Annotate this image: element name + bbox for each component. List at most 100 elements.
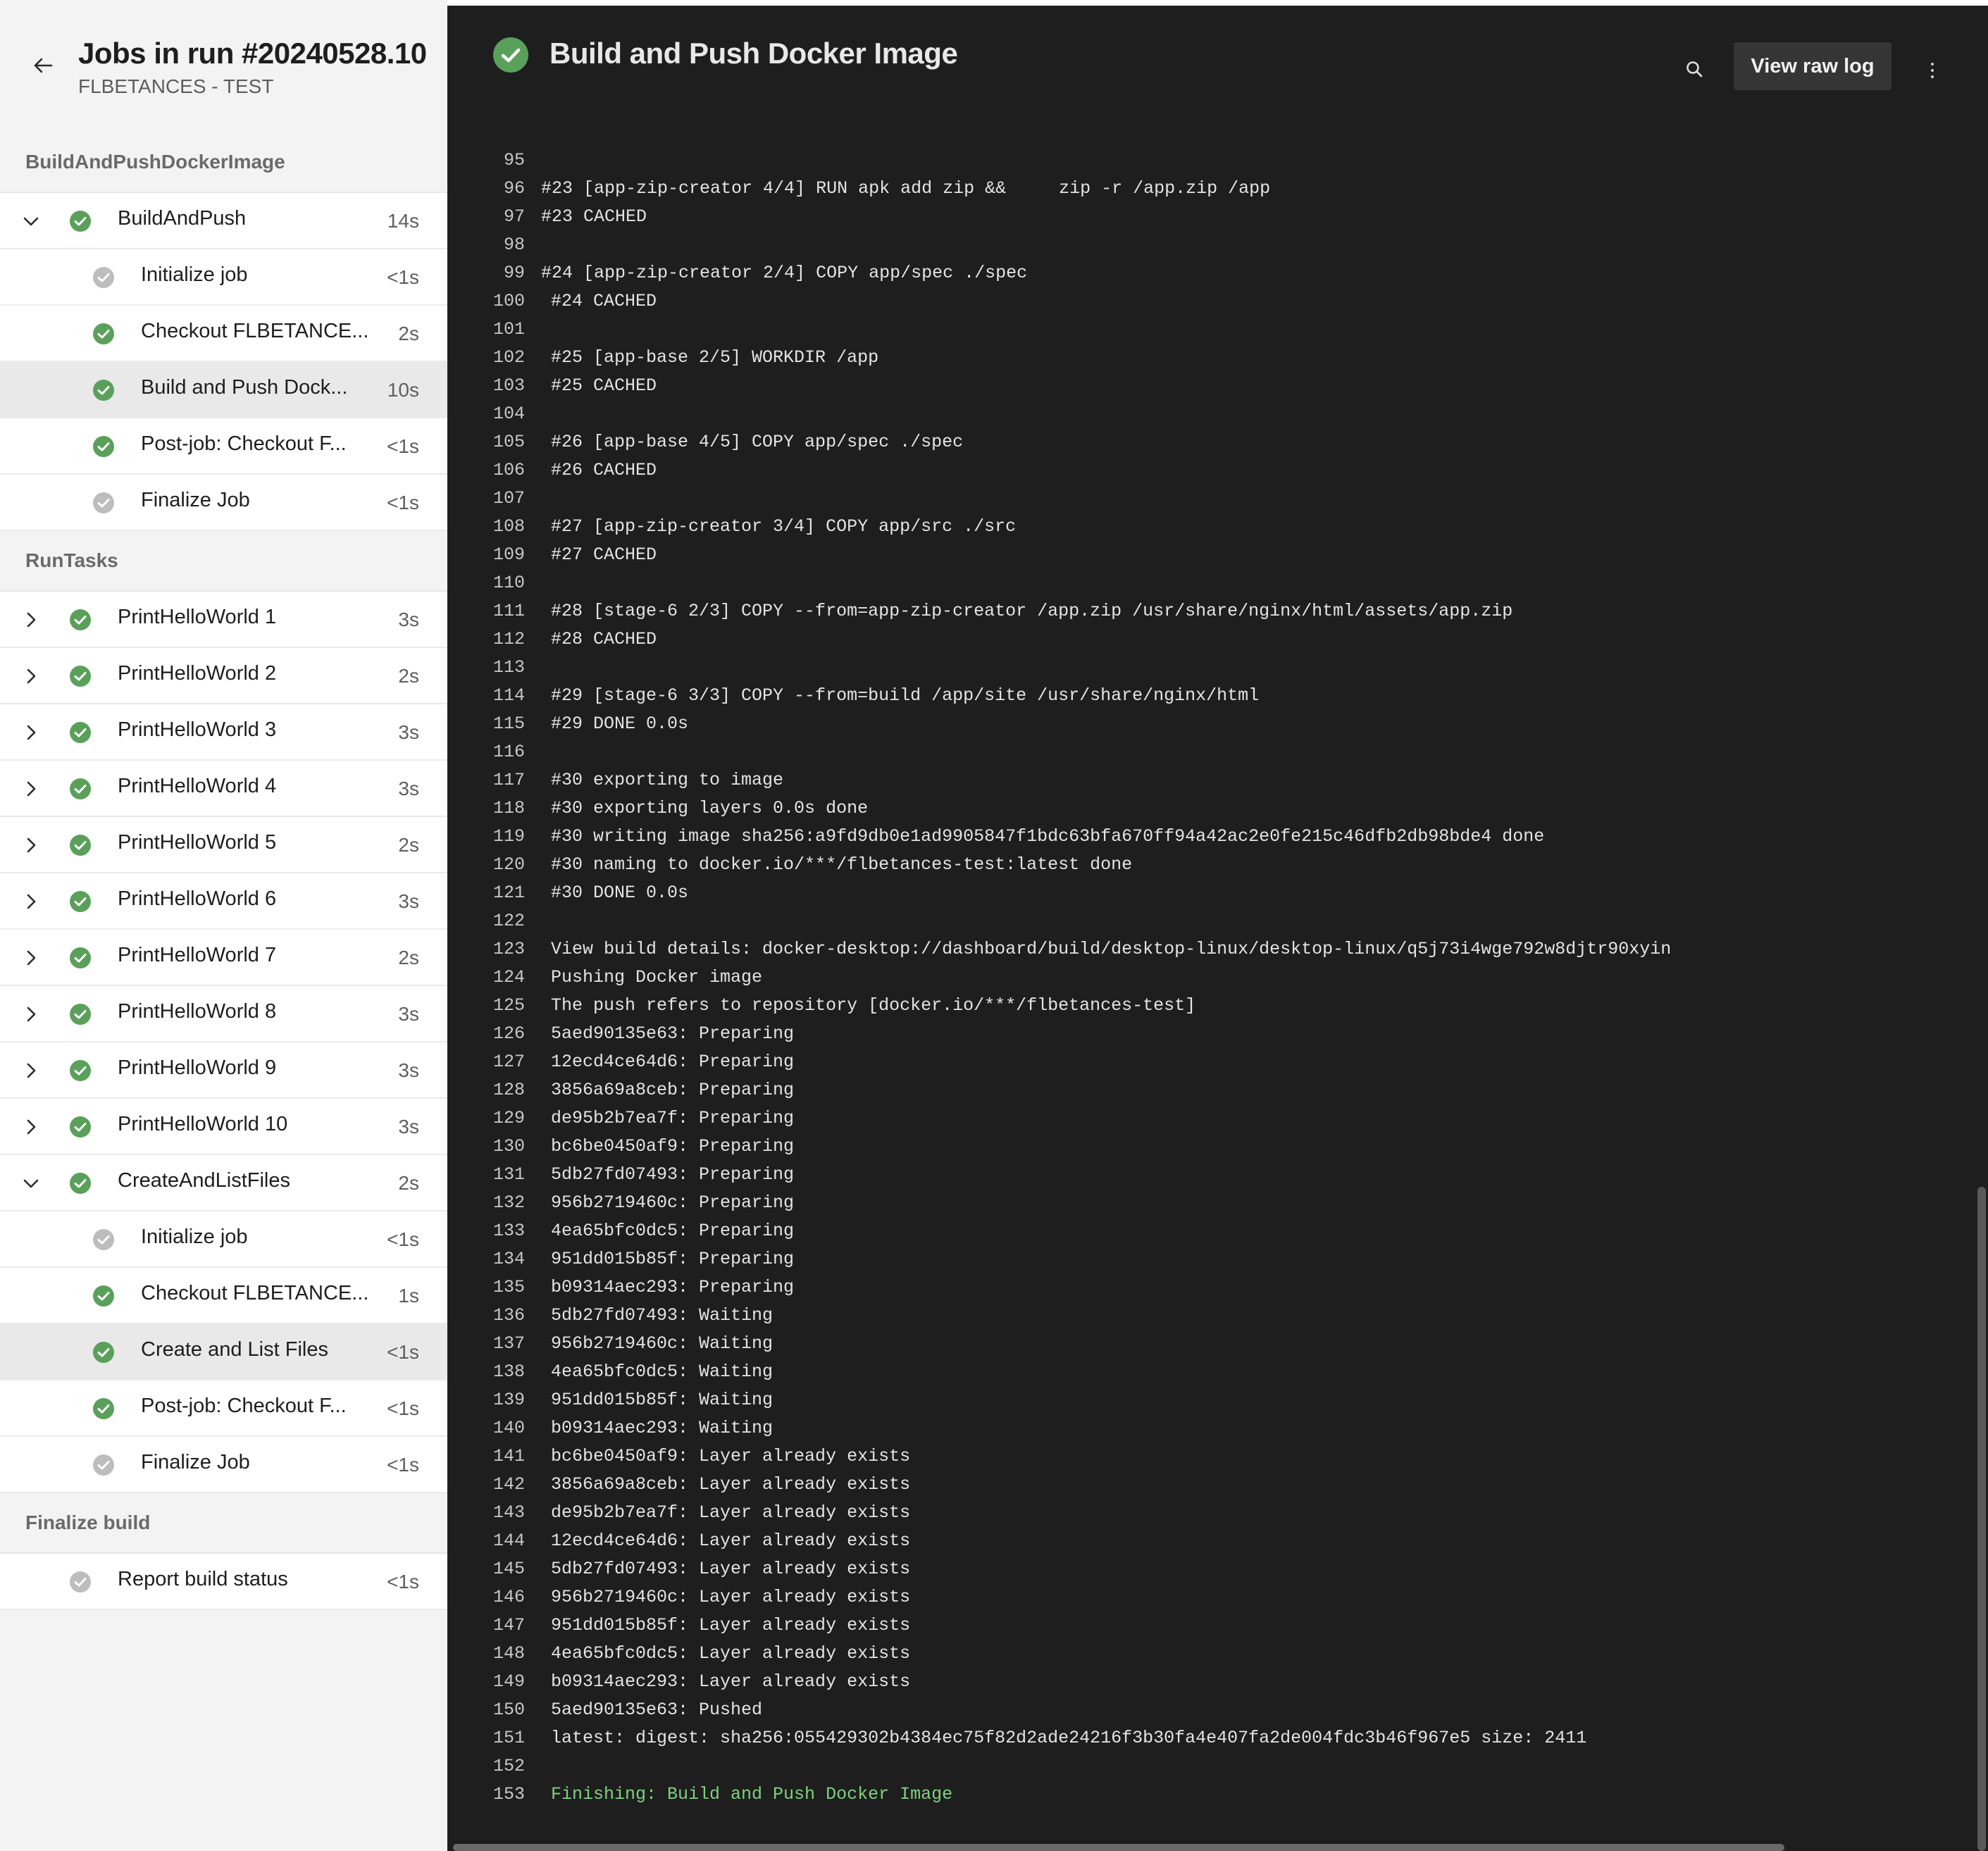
line-number[interactable]: 117 <box>447 766 525 794</box>
line-number[interactable]: 106 <box>447 456 525 485</box>
job-printhelloworld-9[interactable]: PrintHelloWorld 9 3s <box>0 1042 447 1099</box>
line-number[interactable]: 148 <box>447 1640 525 1668</box>
line-number[interactable]: 124 <box>447 964 525 992</box>
job-printhelloworld-4[interactable]: PrintHelloWorld 4 3s <box>0 761 447 817</box>
chevron-right-icon[interactable] <box>21 948 41 968</box>
step-item[interactable]: Build and Push Dock... 10s <box>0 362 447 418</box>
step-item[interactable]: Finalize Job <1s <box>0 475 447 531</box>
line-number[interactable]: 139 <box>447 1386 525 1414</box>
line-number[interactable]: 107 <box>447 485 525 513</box>
chevron-down-icon[interactable] <box>21 1173 41 1193</box>
line-number[interactable]: 103 <box>447 372 525 400</box>
line-number[interactable]: 130 <box>447 1133 525 1161</box>
line-number[interactable]: 108 <box>447 513 525 541</box>
line-number[interactable]: 95 <box>447 147 525 175</box>
line-number[interactable]: 122 <box>447 907 525 935</box>
step-item[interactable]: Create and List Files <1s <box>0 1324 447 1381</box>
line-number[interactable]: 97 <box>447 203 525 231</box>
job-printhelloworld-10[interactable]: PrintHelloWorld 10 3s <box>0 1099 447 1155</box>
job-printhelloworld-5[interactable]: PrintHelloWorld 5 2s <box>0 817 447 873</box>
line-number[interactable]: 141 <box>447 1442 525 1471</box>
line-number[interactable]: 98 <box>447 231 525 259</box>
line-number[interactable]: 99 <box>447 259 525 287</box>
step-item[interactable]: Finalize Job <1s <box>0 1437 447 1493</box>
line-number[interactable]: 146 <box>447 1583 525 1612</box>
line-number[interactable]: 134 <box>447 1245 525 1273</box>
job-printhelloworld-7[interactable]: PrintHelloWorld 7 2s <box>0 930 447 986</box>
line-number[interactable]: 135 <box>447 1273 525 1302</box>
step-item[interactable]: Initialize job <1s <box>0 249 447 306</box>
line-number[interactable]: 123 <box>447 935 525 964</box>
line-number[interactable]: 128 <box>447 1076 525 1104</box>
chevron-right-icon[interactable] <box>21 1117 41 1137</box>
line-number[interactable]: 116 <box>447 738 525 766</box>
line-number[interactable]: 112 <box>447 625 525 654</box>
line-number[interactable]: 120 <box>447 851 525 879</box>
line-number[interactable]: 132 <box>447 1189 525 1217</box>
chevron-right-icon[interactable] <box>21 666 41 686</box>
job-printhelloworld-8[interactable]: PrintHelloWorld 8 3s <box>0 986 447 1042</box>
line-number[interactable]: 147 <box>447 1612 525 1640</box>
line-number[interactable]: 150 <box>447 1696 525 1724</box>
chevron-right-icon[interactable] <box>21 1004 41 1024</box>
line-number[interactable]: 100 <box>447 287 525 316</box>
line-number[interactable]: 105 <box>447 428 525 456</box>
line-number[interactable]: 129 <box>447 1104 525 1133</box>
step-item[interactable]: Checkout FLBETANCE... 1s <box>0 1268 447 1324</box>
line-number[interactable]: 113 <box>447 654 525 682</box>
view-raw-log-button[interactable]: View raw log <box>1734 42 1891 90</box>
line-number[interactable]: 153 <box>447 1781 525 1809</box>
line-number[interactable]: 144 <box>447 1527 525 1555</box>
line-number[interactable]: 143 <box>447 1499 525 1527</box>
step-item[interactable]: Checkout FLBETANCE... 2s <box>0 306 447 362</box>
horizontal-scrollbar[interactable] <box>453 1844 1784 1851</box>
line-number[interactable]: 125 <box>447 992 525 1020</box>
line-number[interactable]: 96 <box>447 175 525 203</box>
job-report-build-status[interactable]: Report build status <1s <box>0 1554 447 1610</box>
line-number[interactable]: 104 <box>447 400 525 428</box>
job-buildandpush[interactable]: BuildAndPush 14s <box>0 193 447 249</box>
back-button[interactable] <box>25 48 61 83</box>
step-item[interactable]: Post-job: Checkout F... <1s <box>0 1381 447 1437</box>
chevron-right-icon[interactable] <box>21 610 41 630</box>
line-number[interactable]: 136 <box>447 1302 525 1330</box>
line-number[interactable]: 115 <box>447 710 525 738</box>
job-printhelloworld-6[interactable]: PrintHelloWorld 6 3s <box>0 873 447 930</box>
chevron-right-icon[interactable] <box>21 779 41 799</box>
line-number[interactable]: 111 <box>447 597 525 625</box>
line-number[interactable]: 140 <box>447 1414 525 1442</box>
chevron-right-icon[interactable] <box>21 723 41 742</box>
line-number[interactable]: 102 <box>447 344 525 372</box>
more-options-button[interactable] <box>1922 55 1943 86</box>
job-createandlistfiles[interactable]: CreateAndListFiles 2s <box>0 1155 447 1211</box>
line-number[interactable]: 119 <box>447 823 525 851</box>
step-item[interactable]: Post-job: Checkout F... <1s <box>0 418 447 475</box>
search-button[interactable] <box>1679 54 1710 85</box>
line-number[interactable]: 142 <box>447 1471 525 1499</box>
vertical-scrollbar[interactable] <box>1977 1187 1986 1851</box>
line-number[interactable]: 145 <box>447 1555 525 1583</box>
line-number[interactable]: 131 <box>447 1161 525 1189</box>
line-number[interactable]: 110 <box>447 569 525 597</box>
line-number[interactable]: 118 <box>447 794 525 823</box>
chevron-right-icon[interactable] <box>21 1061 41 1080</box>
chevron-down-icon[interactable] <box>21 211 41 231</box>
line-number[interactable]: 149 <box>447 1668 525 1696</box>
job-printhelloworld-3[interactable]: PrintHelloWorld 3 3s <box>0 704 447 761</box>
step-item[interactable]: Initialize job <1s <box>0 1211 447 1268</box>
line-number[interactable]: 151 <box>447 1724 525 1752</box>
line-number[interactable]: 121 <box>447 879 525 907</box>
line-number[interactable]: 133 <box>447 1217 525 1245</box>
job-printhelloworld-2[interactable]: PrintHelloWorld 2 2s <box>0 648 447 704</box>
line-number[interactable]: 127 <box>447 1048 525 1076</box>
line-number[interactable]: 109 <box>447 541 525 569</box>
chevron-right-icon[interactable] <box>21 835 41 855</box>
job-printhelloworld-1[interactable]: PrintHelloWorld 1 3s <box>0 592 447 648</box>
line-number[interactable]: 137 <box>447 1330 525 1358</box>
line-number[interactable]: 152 <box>447 1752 525 1781</box>
chevron-right-icon[interactable] <box>21 892 41 911</box>
line-number[interactable]: 114 <box>447 682 525 710</box>
line-number[interactable]: 101 <box>447 316 525 344</box>
line-number[interactable]: 126 <box>447 1020 525 1048</box>
line-number[interactable]: 138 <box>447 1358 525 1386</box>
